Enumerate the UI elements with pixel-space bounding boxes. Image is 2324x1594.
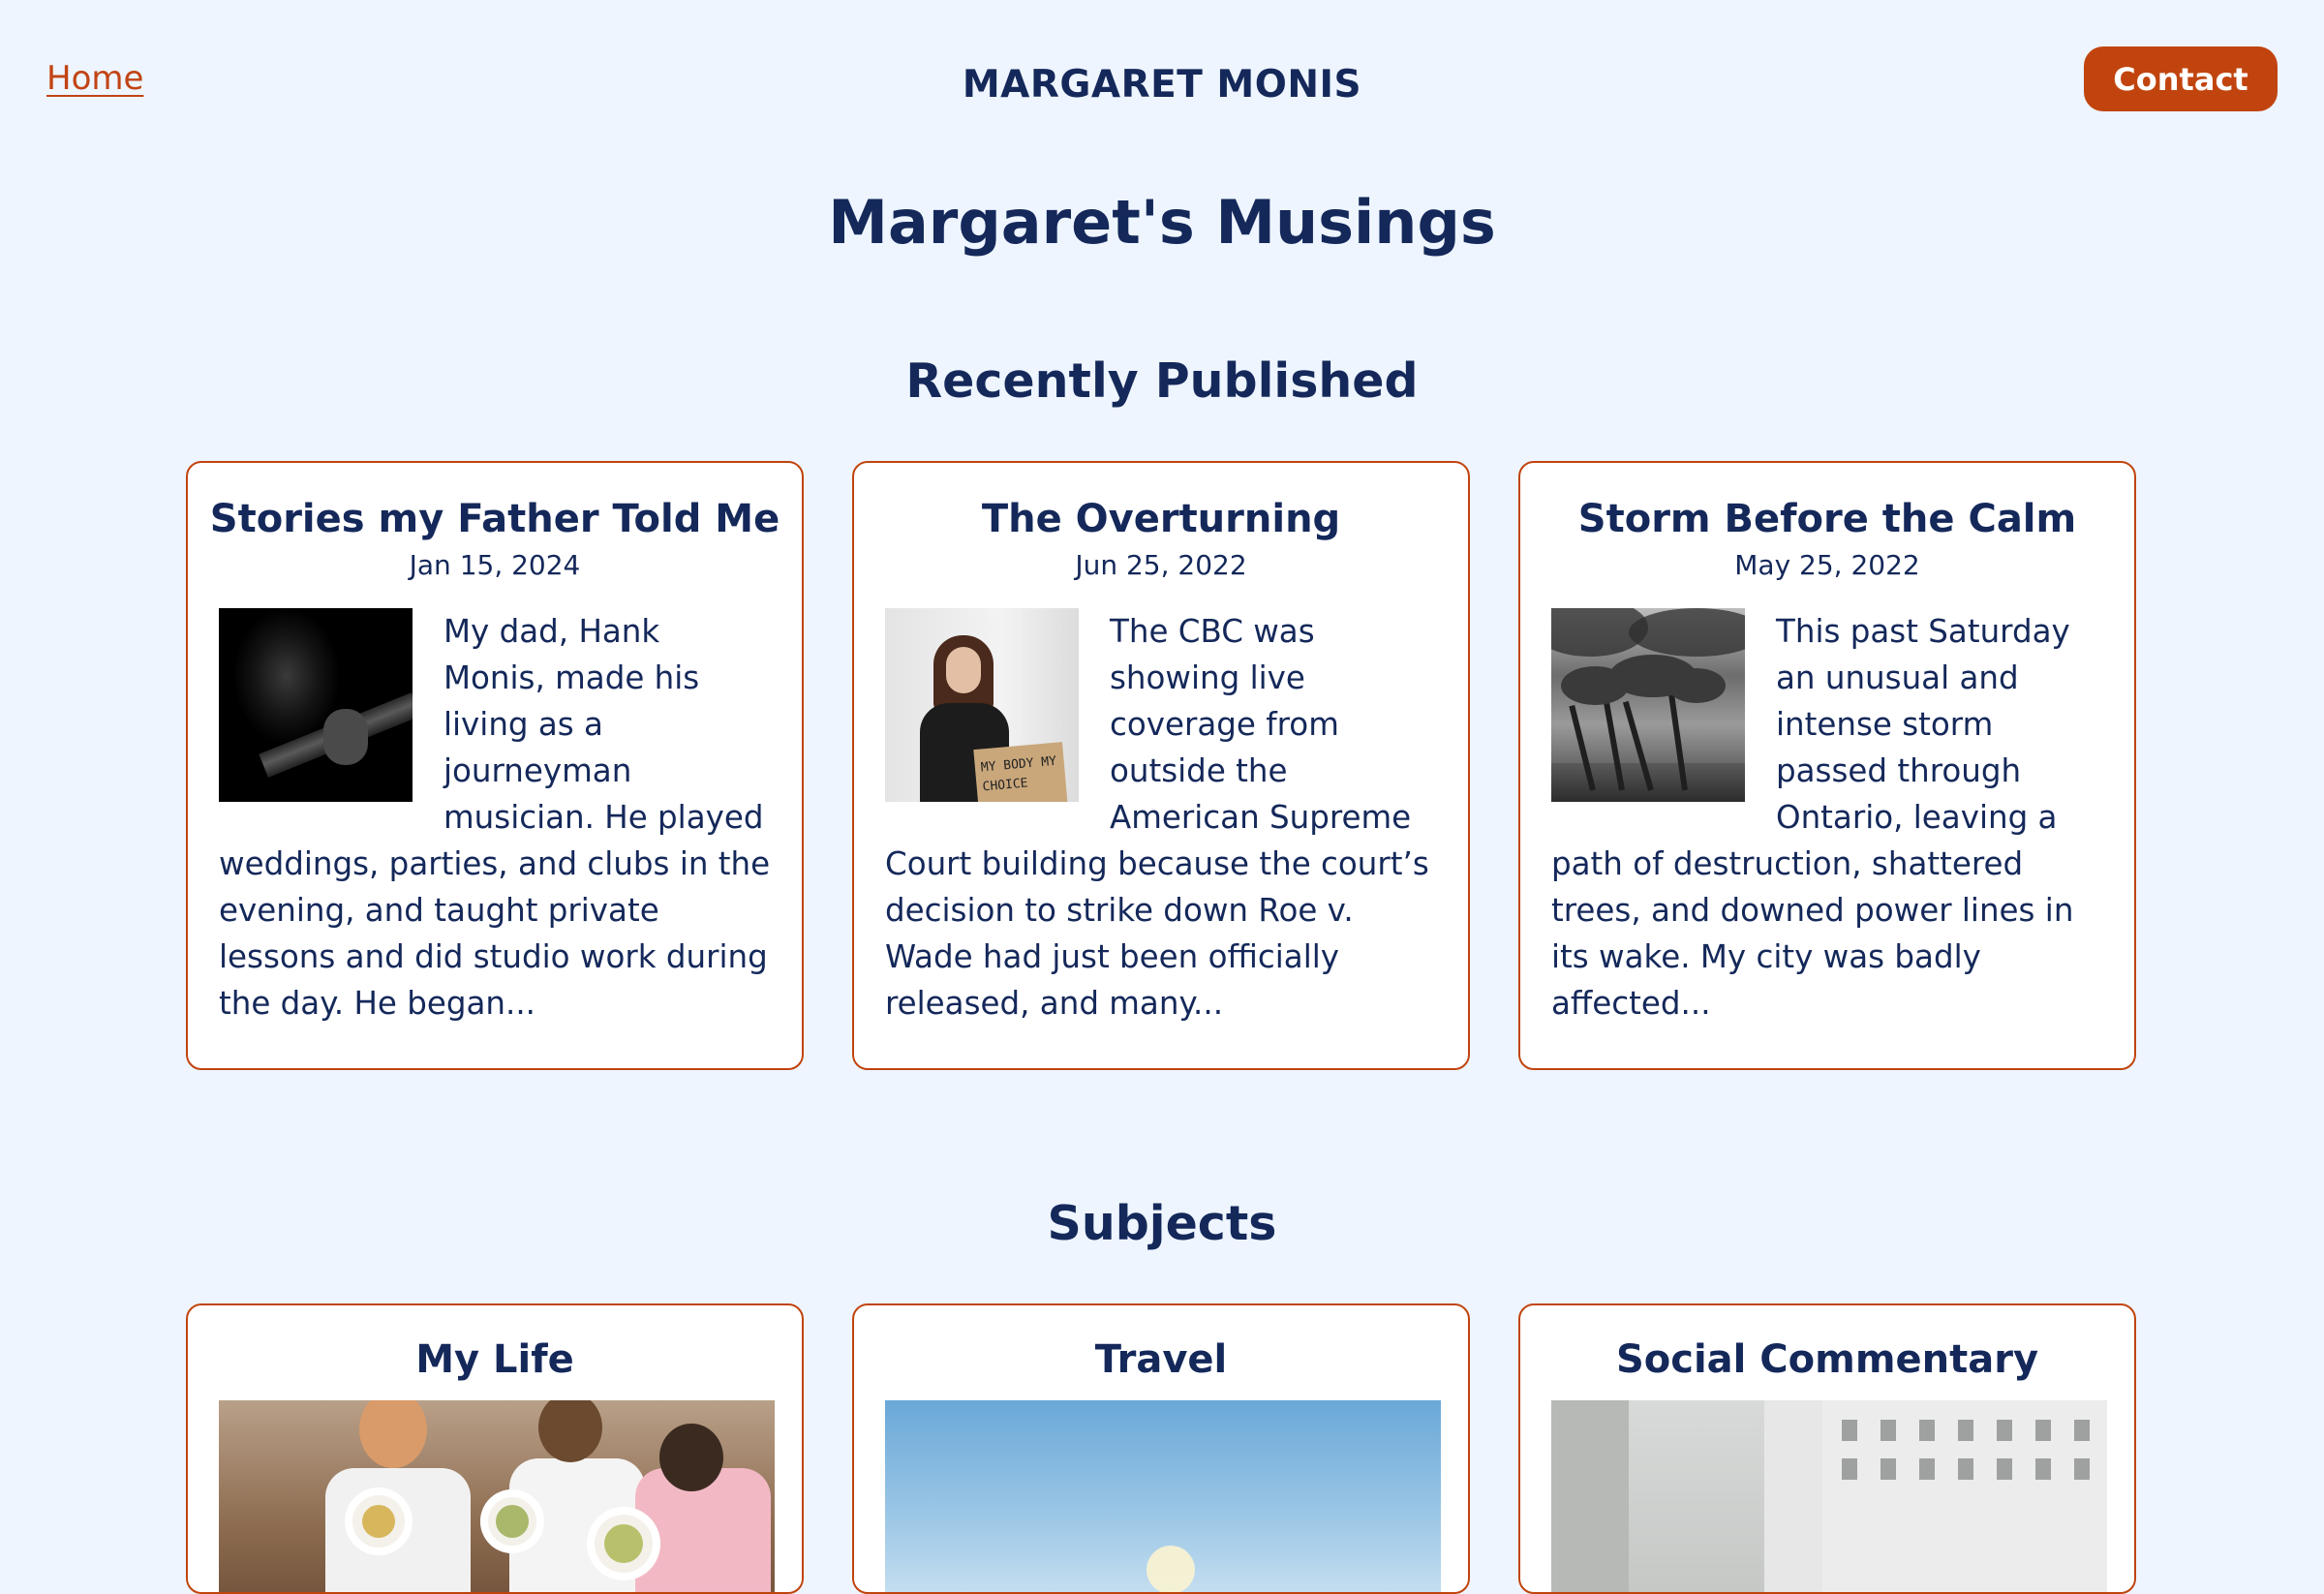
window xyxy=(2035,1458,2051,1480)
post-title[interactable]: Stories my Father Told Me xyxy=(188,463,802,544)
subject-image[interactable] xyxy=(219,1400,775,1592)
building xyxy=(1551,1400,1629,1592)
sun xyxy=(1147,1546,1195,1592)
window xyxy=(1881,1420,1896,1441)
subject-image[interactable] xyxy=(1551,1400,2107,1592)
site-brand: MARGARET MONIS xyxy=(962,63,1362,107)
window xyxy=(1881,1458,1896,1480)
window xyxy=(1919,1458,1935,1480)
post-card[interactable]: The Overturning Jun 25, 2022 MY BODY MY … xyxy=(852,461,1470,1070)
person-head xyxy=(538,1400,602,1462)
subject-title[interactable]: My Life xyxy=(188,1305,802,1385)
window xyxy=(1842,1458,1857,1480)
protest-sign: MY BODY MY CHOICE xyxy=(973,742,1068,802)
window xyxy=(1919,1420,1935,1441)
post-title[interactable]: The Overturning xyxy=(854,463,1468,544)
window xyxy=(2074,1458,2090,1480)
post-date: Jan 15, 2024 xyxy=(409,549,581,581)
post-title[interactable]: Storm Before the Calm xyxy=(1520,463,2134,544)
post-date: Jun 25, 2022 xyxy=(1075,549,1247,581)
subject-image[interactable] xyxy=(885,1400,1441,1592)
person-head xyxy=(659,1424,723,1491)
window xyxy=(1958,1420,1973,1441)
recently-published-heading: Recently Published xyxy=(905,353,1419,409)
hand xyxy=(323,709,368,765)
storm-cloud xyxy=(1629,608,1745,657)
window xyxy=(1997,1458,2012,1480)
subjects-heading: Subjects xyxy=(1047,1196,1277,1251)
page-title: Margaret's Musings xyxy=(828,187,1496,258)
post-card[interactable]: Storm Before the Calm May 25, 2022 This … xyxy=(1518,461,2136,1070)
food xyxy=(362,1505,395,1538)
window xyxy=(2074,1420,2090,1441)
post-thumbnail[interactable]: MY BODY MY CHOICE xyxy=(885,608,1079,802)
food xyxy=(496,1505,529,1538)
site-header: Home MARGARET MONIS Contact xyxy=(0,0,2324,165)
subject-title[interactable]: Travel xyxy=(854,1305,1468,1385)
post-thumbnail[interactable] xyxy=(1551,608,1745,802)
building xyxy=(1764,1400,1822,1592)
post-thumbnail[interactable] xyxy=(219,608,413,802)
person-head xyxy=(359,1400,427,1468)
subject-card[interactable]: My Life xyxy=(186,1303,804,1594)
window xyxy=(1842,1420,1857,1441)
contact-button[interactable]: Contact xyxy=(2084,46,2278,111)
tree-crown xyxy=(1667,668,1726,703)
food xyxy=(604,1524,643,1563)
window xyxy=(1958,1458,1973,1480)
post-card[interactable]: Stories my Father Told Me Jan 15, 2024 M… xyxy=(186,461,804,1070)
subject-title[interactable]: Social Commentary xyxy=(1520,1305,2134,1385)
face xyxy=(946,647,981,693)
window xyxy=(2035,1420,2051,1441)
subject-card[interactable]: Travel xyxy=(852,1303,1470,1594)
subject-card[interactable]: Social Commentary xyxy=(1518,1303,2136,1594)
post-date: May 25, 2022 xyxy=(1734,549,1920,581)
window xyxy=(1997,1420,2012,1441)
